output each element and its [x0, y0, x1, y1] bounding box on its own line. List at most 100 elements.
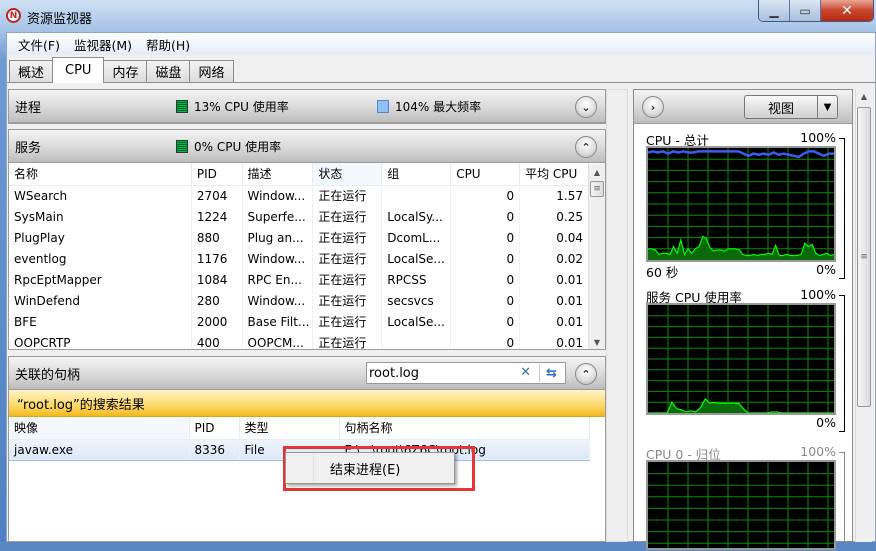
col-pid[interactable]: PID — [191, 163, 243, 186]
graph-max: 100% — [800, 444, 836, 459]
service-pid: 280 — [191, 290, 243, 311]
service-avg-cpu: 0.01 — [519, 311, 589, 332]
handles-collapse-button[interactable]: ⌃ — [575, 363, 597, 385]
service-row[interactable]: WSearch 2704 Window... 正在运行 0 1.57 — [9, 185, 589, 206]
col-cpu[interactable]: CPU — [450, 163, 521, 186]
services-scrollbar[interactable]: ▲ ≡ ▼ — [588, 164, 605, 349]
service-group: DcomL... — [381, 227, 452, 248]
menu-help[interactable]: 帮助(H) — [139, 35, 197, 54]
graph-time: 60 秒 — [646, 265, 679, 280]
max-freq-swatch — [377, 99, 389, 113]
processes-header[interactable]: 进程 13% CPU 使用率 104% 最大频率 ⌄ — [9, 90, 605, 123]
service-row[interactable]: BFE 2000 Base Filt... 正在运行 LocalSe... 0 0.01 — [9, 311, 589, 332]
service-group: secsvcs — [381, 290, 452, 311]
cpu-usage-area — [648, 236, 834, 260]
col-image[interactable]: 映像 — [9, 417, 190, 440]
services-collapse-button[interactable]: ⌃ — [575, 136, 597, 158]
service-row[interactable]: eventlog 1176 Window... 正在运行 LocalSe... 0 0.02 — [9, 248, 589, 269]
refresh-search-icon[interactable]: ⇆ — [539, 364, 563, 382]
menu-monitor[interactable]: 监视器(M) — [67, 35, 139, 54]
cpu-usage-swatch — [176, 139, 188, 153]
col-description[interactable]: 描述 — [242, 163, 314, 186]
processes-expand-button[interactable]: ⌄ — [575, 96, 597, 118]
graph-title: CPU - 总计 — [646, 133, 709, 148]
tab-network[interactable]: 网络 — [189, 60, 234, 82]
col-group[interactable]: 组 — [381, 163, 452, 186]
service-row[interactable]: OOPCRTP 400 OOPCM... 正在运行 0 0.01 — [9, 332, 589, 349]
graph-min: 0% — [816, 415, 836, 430]
handles-section: 关联的句柄 root.log ✕ ⇆ ⌃ “root.log”的搜索结果 映像 … — [8, 356, 606, 542]
maximize-button[interactable]: ▭ — [790, 0, 821, 21]
graph-cpu0: CPU 0 - 归位 100% — [646, 444, 845, 551]
service-row[interactable]: PlugPlay 880 Plug an... 正在运行 DcomL... 0 0.04 — [9, 227, 589, 248]
service-row[interactable]: RpcEptMapper 1084 RPC En... 正在运行 RPCSS 0 0.01 — [9, 269, 589, 290]
service-description: Window... — [242, 185, 314, 206]
service-group: LocalSy... — [381, 206, 452, 227]
service-pid: 1224 — [191, 206, 243, 227]
service-description: RPC En... — [242, 269, 314, 290]
view-button[interactable]: 视图 ▼ — [744, 95, 838, 119]
services-title: 服务 — [15, 140, 42, 156]
graphs-scrollbar[interactable]: ▲ ≡ — [855, 89, 872, 542]
menu-file[interactable]: 文件(F) — [11, 35, 67, 54]
service-cpu: 0 — [450, 227, 521, 248]
dropdown-arrow-icon[interactable]: ▼ — [817, 96, 837, 118]
cpu-total-chart — [647, 148, 835, 260]
search-value[interactable]: root.log — [369, 366, 419, 381]
scroll-up-icon[interactable]: ▲ — [589, 164, 605, 180]
collapse-graphs-button[interactable]: › — [642, 96, 664, 118]
close-icon: ✕ — [841, 2, 853, 19]
tab-cpu[interactable]: CPU — [52, 57, 105, 83]
scroll-down-icon[interactable]: ▼ — [589, 334, 605, 349]
menu-item-end-process[interactable]: 结束进程(E) — [314, 459, 400, 478]
service-description: OOPCM... — [242, 332, 314, 349]
scroll-up-icon[interactable]: ▲ — [856, 89, 872, 105]
services-section: 服务 0% CPU 使用率 ⌃ 名称 PID 描述 状态 组 CPU 平均 CP… — [8, 129, 606, 350]
services-cpu-indicator: 0% CPU 使用率 — [176, 138, 281, 155]
tab-bar: 概述 CPU 内存 磁盘 网络 — [7, 57, 875, 83]
service-cpu: 0 — [450, 332, 521, 349]
minimize-button[interactable]: ▁ — [759, 0, 790, 21]
service-avg-cpu: 0.25 — [519, 206, 589, 227]
service-status: 正在运行 — [312, 332, 383, 349]
chevron-right-icon: › — [650, 100, 656, 114]
handle-pid: 8336 — [189, 438, 240, 461]
service-pid: 2000 — [191, 311, 243, 332]
service-name: BFE — [9, 311, 192, 332]
left-pane-scrollbar[interactable] — [606, 89, 628, 542]
col-name[interactable]: 名称 — [9, 163, 192, 186]
col-avg-cpu[interactable]: 平均 CPU — [519, 163, 589, 186]
service-row[interactable]: SysMain 1224 Superfe... 正在运行 LocalSy... 0 0.25 — [9, 206, 589, 227]
service-avg-cpu: 0.01 — [519, 269, 589, 290]
handles-search-input[interactable]: root.log ✕ ⇆ — [366, 362, 566, 384]
resource-monitor-icon: N — [6, 8, 21, 23]
service-description: Superfe... — [242, 206, 314, 227]
scroll-thumb[interactable]: ≡ — [857, 107, 871, 407]
service-pid: 1176 — [191, 248, 243, 269]
service-name: WSearch — [9, 185, 192, 206]
col-pid[interactable]: PID — [189, 417, 240, 440]
col-status[interactable]: 状态 — [312, 163, 383, 186]
service-row[interactable]: WinDefend 280 Window... 正在运行 secsvcs 0 0.01 — [9, 290, 589, 311]
service-cpu: 0 — [450, 185, 521, 206]
service-avg-cpu: 0.01 — [519, 290, 589, 311]
service-avg-cpu: 1.57 — [519, 185, 589, 206]
tab-overview[interactable]: 概述 — [9, 60, 54, 82]
services-table: 名称 PID 描述 状态 组 CPU 平均 CPU WSearch 2704 Win… — [9, 163, 589, 349]
menu-bar: 文件(F) 监视器(M) 帮助(H) — [7, 33, 875, 55]
tab-memory[interactable]: 内存 — [103, 60, 148, 82]
service-name: eventlog — [9, 248, 192, 269]
handles-header[interactable]: 关联的句柄 root.log ✕ ⇆ ⌃ — [9, 357, 605, 390]
scroll-thumb[interactable]: ≡ — [590, 181, 604, 197]
close-button[interactable]: ✕ — [821, 0, 873, 21]
graph-cpu-total: CPU - 总计 100% 60 秒 0% — [646, 130, 845, 280]
clear-icon[interactable]: ✕ — [520, 365, 531, 380]
service-pid: 880 — [191, 227, 243, 248]
col-type[interactable]: 类型 — [239, 417, 340, 440]
service-name: SysMain — [9, 206, 192, 227]
services-header[interactable]: 服务 0% CPU 使用率 ⌃ — [9, 130, 605, 163]
tab-disk[interactable]: 磁盘 — [146, 60, 191, 82]
graphs-pane: › 视图 ▼ CPU - 总计 100% 60 秒 0% 服务 CPU 使用率 100… — [633, 89, 853, 551]
service-pid: 2704 — [191, 185, 243, 206]
col-handle-name[interactable]: 句柄名称 — [339, 417, 590, 440]
